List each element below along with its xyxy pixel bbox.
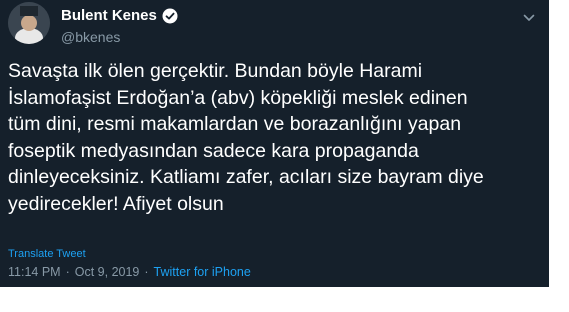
tweet-text-line: Savaşta ilk ölen gerçektir. Bundan böyle… [8, 60, 423, 82]
chevron-down-icon[interactable] [521, 10, 537, 26]
tweet-text-line: tüm dini, resmi makamlardan ve borazanlı… [8, 113, 462, 135]
avatar-image [8, 2, 50, 44]
tweet-text-line: İslamofaşist Erdoğan’a (abv) köpekliği m… [8, 86, 468, 109]
tweet-metadata: 11:14 PM · Oct 9, 2019 · Twitter for iPh… [8, 265, 251, 280]
translate-tweet-link[interactable]: Translate Tweet [8, 248, 86, 261]
display-name[interactable]: Bulent Kenes [61, 7, 157, 25]
tweet-text-line: yedirecekler! Afiyet olsun [8, 192, 224, 215]
user-handle[interactable]: @bkenes [61, 28, 120, 46]
meta-separator: · [144, 265, 149, 279]
tweet-card: Bulent Kenes @bkenes Savaşta ilk ölen ge… [0, 0, 549, 287]
tweet-text: Savaşta ilk ölen gerçektir. Bundan böyle… [8, 58, 544, 217]
tweet-time[interactable]: 11:14 PM [8, 265, 61, 280]
avatar[interactable] [8, 2, 50, 44]
tweet-text-line: dinleyeceksiniz. Katliamı zafer, acıları… [8, 166, 484, 188]
tweet-source-link[interactable]: Twitter for iPhone [154, 265, 251, 280]
tweet-date[interactable]: Oct 9, 2019 [75, 265, 140, 280]
verified-badge-icon [162, 8, 178, 24]
author-row: Bulent Kenes [61, 7, 178, 25]
meta-separator: · [65, 265, 70, 279]
tweet-text-line: foseptik medyasından sadece kara propaga… [8, 139, 419, 162]
